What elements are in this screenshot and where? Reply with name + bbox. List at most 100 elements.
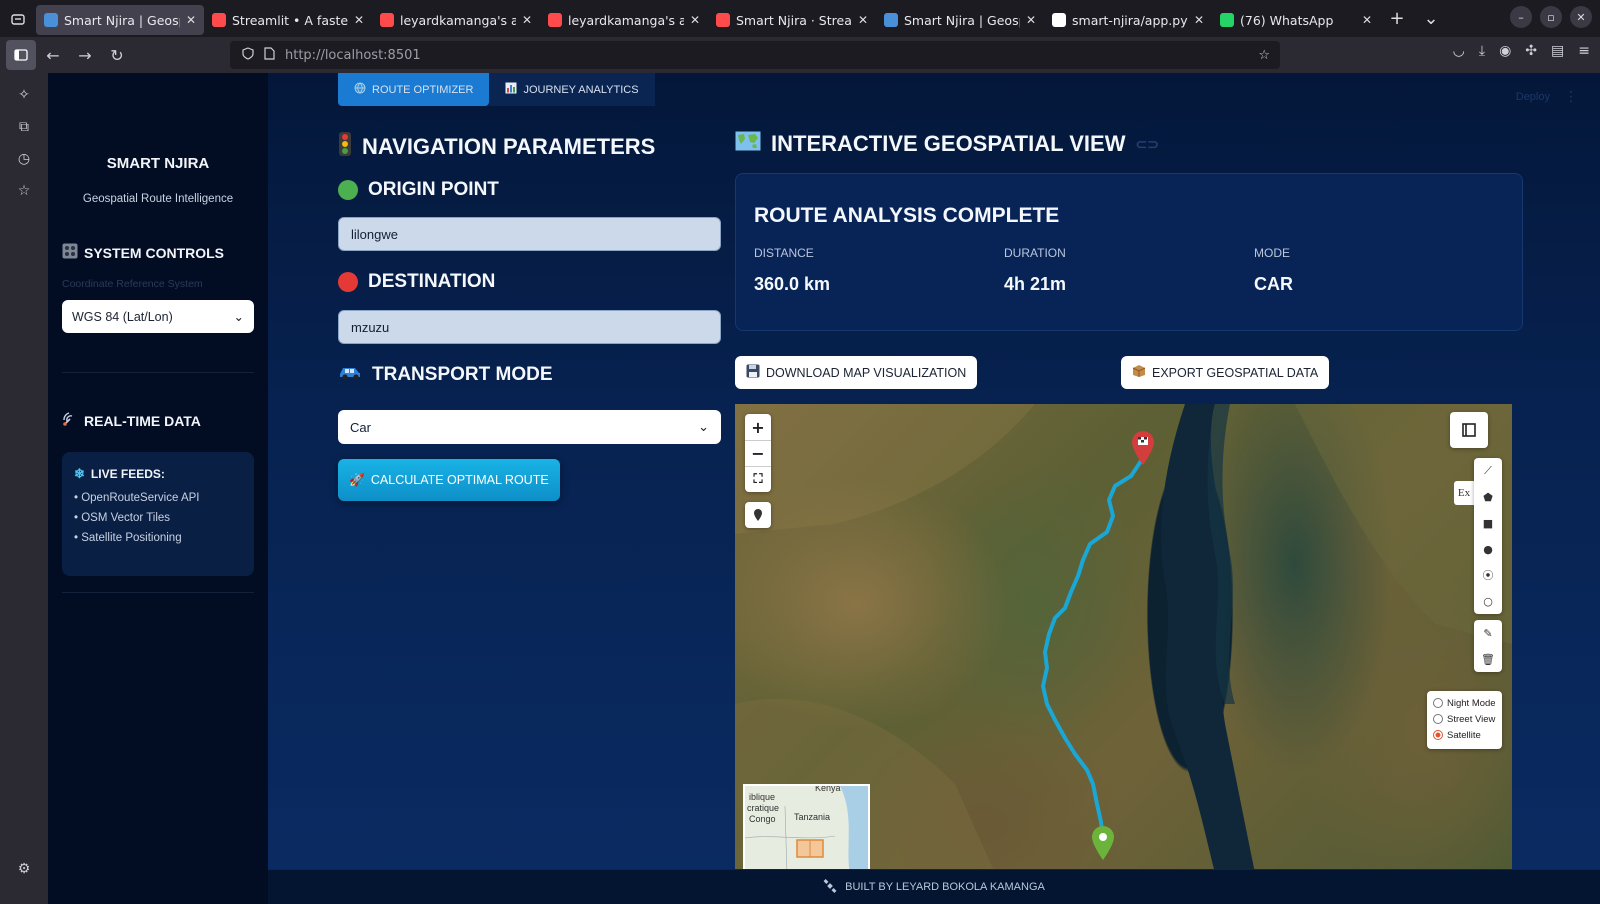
radio-street-view[interactable] bbox=[1433, 714, 1443, 724]
transport-mode-select[interactable]: Car ⌄ bbox=[338, 410, 721, 444]
url-text: http://localhost:8501 bbox=[285, 47, 421, 63]
back-icon[interactable]: ← bbox=[38, 40, 68, 70]
reader-icon[interactable]: ▤ bbox=[1551, 43, 1564, 59]
new-tab-button[interactable]: + bbox=[1380, 0, 1414, 37]
tab-overview-icon[interactable] bbox=[0, 0, 36, 37]
bookmark-star-icon[interactable]: ☆ bbox=[1258, 48, 1270, 63]
shield-icon bbox=[242, 46, 254, 64]
close-tab-icon[interactable]: ✕ bbox=[690, 13, 700, 27]
menu-icon[interactable]: ≡ bbox=[1578, 43, 1590, 59]
crs-label: Coordinate Reference System bbox=[62, 278, 203, 290]
history-icon[interactable]: ◷ bbox=[0, 143, 48, 175]
layers-panel-icon[interactable] bbox=[1450, 412, 1488, 448]
extensions-icon[interactable]: ✣ bbox=[1525, 43, 1537, 59]
main-content: ROUTE OPTIMIZER JOURNEY ANALYTICS Deploy… bbox=[268, 73, 1600, 904]
ai-chat-icon[interactable]: ✧ bbox=[0, 79, 48, 111]
bookmarks-icon[interactable]: ☆ bbox=[0, 175, 48, 207]
live-feeds-card: ❄ LIVE FEEDS: • OpenRouteService API • O… bbox=[62, 452, 254, 576]
page-icon bbox=[264, 46, 275, 64]
duration-value: 4h 21m bbox=[1004, 274, 1067, 294]
draw-polygon-icon[interactable]: ⬟ bbox=[1474, 484, 1502, 510]
deploy-button[interactable]: Deploy bbox=[1516, 91, 1550, 103]
close-tab-icon[interactable]: ✕ bbox=[354, 13, 364, 27]
fullscreen-icon[interactable]: ⛶ bbox=[745, 466, 771, 492]
feed-item: • OpenRouteService API bbox=[74, 492, 200, 504]
draw-toolbar: ⟋ ⬟ ■ ● ⦿ ○ bbox=[1474, 458, 1502, 614]
url-bar[interactable]: http://localhost:8501 ☆ bbox=[230, 41, 1280, 69]
close-tab-icon[interactable]: ✕ bbox=[858, 13, 868, 27]
origin-marker-icon[interactable] bbox=[1090, 825, 1116, 865]
forward-icon[interactable]: → bbox=[70, 40, 100, 70]
route-map[interactable]: + − ⛶ Ex ⟋ ⬟ ■ ● ⦿ ○ ✎ 🗑 Night Mode Stre… bbox=[735, 404, 1512, 873]
delete-layers-icon[interactable]: 🗑 bbox=[1474, 646, 1502, 672]
locate-marker-icon[interactable] bbox=[745, 502, 771, 528]
radio-satellite[interactable] bbox=[1433, 730, 1443, 740]
transport-mode-heading: TRANSPORT MODE bbox=[338, 363, 553, 387]
browser-tab[interactable]: leyardkamanga's app ✕ bbox=[372, 5, 540, 35]
close-tab-icon[interactable]: ✕ bbox=[522, 13, 532, 27]
tab-title: smart-njira/app.py at bbox=[1072, 12, 1188, 28]
draw-rectangle-icon[interactable]: ■ bbox=[1474, 510, 1502, 536]
snowflake-icon: ❄ bbox=[74, 466, 85, 481]
minimap[interactable]: iblique cratique Congo Tanzania Kenya bbox=[743, 784, 870, 873]
close-tab-icon[interactable]: ✕ bbox=[1362, 13, 1372, 27]
draw-polyline-icon[interactable]: ⟋ bbox=[1474, 458, 1502, 484]
zoom-out-button[interactable]: − bbox=[745, 440, 771, 466]
edit-layers-icon[interactable]: ✎ bbox=[1474, 620, 1502, 646]
destination-marker-icon[interactable] bbox=[1130, 430, 1156, 470]
account-icon[interactable]: ◉ bbox=[1499, 43, 1511, 59]
radio-night-mode[interactable] bbox=[1433, 698, 1443, 708]
sidebar-toggle-icon[interactable] bbox=[6, 40, 36, 70]
more-options-icon[interactable]: ⋮ bbox=[1564, 89, 1578, 105]
browser-tab[interactable]: Smart Njira · Streamli ✕ bbox=[708, 5, 876, 35]
restore-button[interactable]: ▫ bbox=[1540, 6, 1562, 28]
link-anchor-icon[interactable]: ⊂⊃ bbox=[1135, 136, 1158, 153]
browser-tab[interactable]: Streamlit • A faster w ✕ bbox=[204, 5, 372, 35]
destination-input[interactable]: mzuzu bbox=[338, 310, 721, 344]
browser-tab[interactable]: (76) WhatsApp ✕ bbox=[1212, 5, 1380, 35]
pocket-icon[interactable]: ◡ bbox=[1453, 43, 1465, 59]
calculate-route-button[interactable]: 🚀 CALCULATE OPTIMAL ROUTE bbox=[338, 459, 560, 501]
reload-icon[interactable]: ↻ bbox=[102, 40, 132, 70]
browser-tab[interactable]: smart-njira/app.py at ✕ bbox=[1044, 5, 1212, 35]
browser-tab[interactable]: leyardkamanga's app ✕ bbox=[540, 5, 708, 35]
zoom-in-button[interactable]: + bbox=[745, 414, 771, 440]
layer-option-night-mode[interactable]: Night Mode bbox=[1433, 695, 1496, 711]
tab-title: (76) WhatsApp bbox=[1240, 12, 1334, 28]
mode-value: CAR bbox=[1254, 274, 1293, 294]
layer-option-street-view[interactable]: Street View bbox=[1433, 711, 1496, 727]
close-window-button[interactable]: ✕ bbox=[1570, 6, 1592, 28]
tab-favicon-icon bbox=[1220, 13, 1234, 27]
minimap-label: cratique bbox=[747, 803, 780, 813]
package-icon bbox=[1132, 364, 1146, 381]
crs-select[interactable]: WGS 84 (Lat/Lon) ⌄ bbox=[62, 300, 254, 333]
list-all-tabs-button[interactable]: ⌄ bbox=[1414, 0, 1448, 37]
tab-journey-analytics[interactable]: JOURNEY ANALYTICS bbox=[489, 73, 655, 106]
destination-heading: DESTINATION bbox=[338, 271, 495, 293]
browser-tab[interactable]: Smart Njira | Geospat ✕ bbox=[876, 5, 1044, 35]
draw-circle-icon[interactable]: ● bbox=[1474, 536, 1502, 562]
close-tab-icon[interactable]: ✕ bbox=[186, 13, 196, 27]
minimize-button[interactable]: – bbox=[1510, 6, 1532, 28]
download-map-button[interactable]: DOWNLOAD MAP VISUALIZATION bbox=[735, 356, 978, 389]
customize-sidebar-icon[interactable]: ⚙ bbox=[0, 853, 48, 885]
zoom-controls: + − ⛶ bbox=[745, 414, 771, 492]
origin-input[interactable]: lilongwe bbox=[338, 217, 721, 251]
downloads-icon[interactable]: ⤓ bbox=[1479, 43, 1485, 59]
distance-metric: DISTANCE 360.0 km bbox=[754, 246, 830, 295]
browser-tab[interactable]: Smart Njira | Geospat ✕ bbox=[36, 5, 204, 35]
draw-marker-icon[interactable]: ⦿ bbox=[1474, 562, 1502, 588]
minimap-label: Tanzania bbox=[794, 812, 831, 822]
export-data-button[interactable]: EXPORT GEOSPATIAL DATA bbox=[1121, 356, 1330, 389]
synced-tabs-icon[interactable]: ⧉ bbox=[0, 111, 48, 143]
draw-circlemarker-icon[interactable]: ○ bbox=[1474, 588, 1502, 614]
minimap-label: Kenya bbox=[815, 784, 841, 793]
close-tab-icon[interactable]: ✕ bbox=[1026, 13, 1036, 27]
traffic-light-icon bbox=[338, 131, 352, 163]
close-tab-icon[interactable]: ✕ bbox=[1194, 13, 1204, 27]
tab-route-optimizer[interactable]: ROUTE OPTIMIZER bbox=[338, 73, 490, 106]
export-tab[interactable]: Ex bbox=[1454, 481, 1474, 505]
layer-option-satellite[interactable]: Satellite bbox=[1433, 727, 1496, 743]
mode-label: MODE bbox=[1254, 246, 1290, 260]
red-circle-icon bbox=[338, 272, 358, 292]
